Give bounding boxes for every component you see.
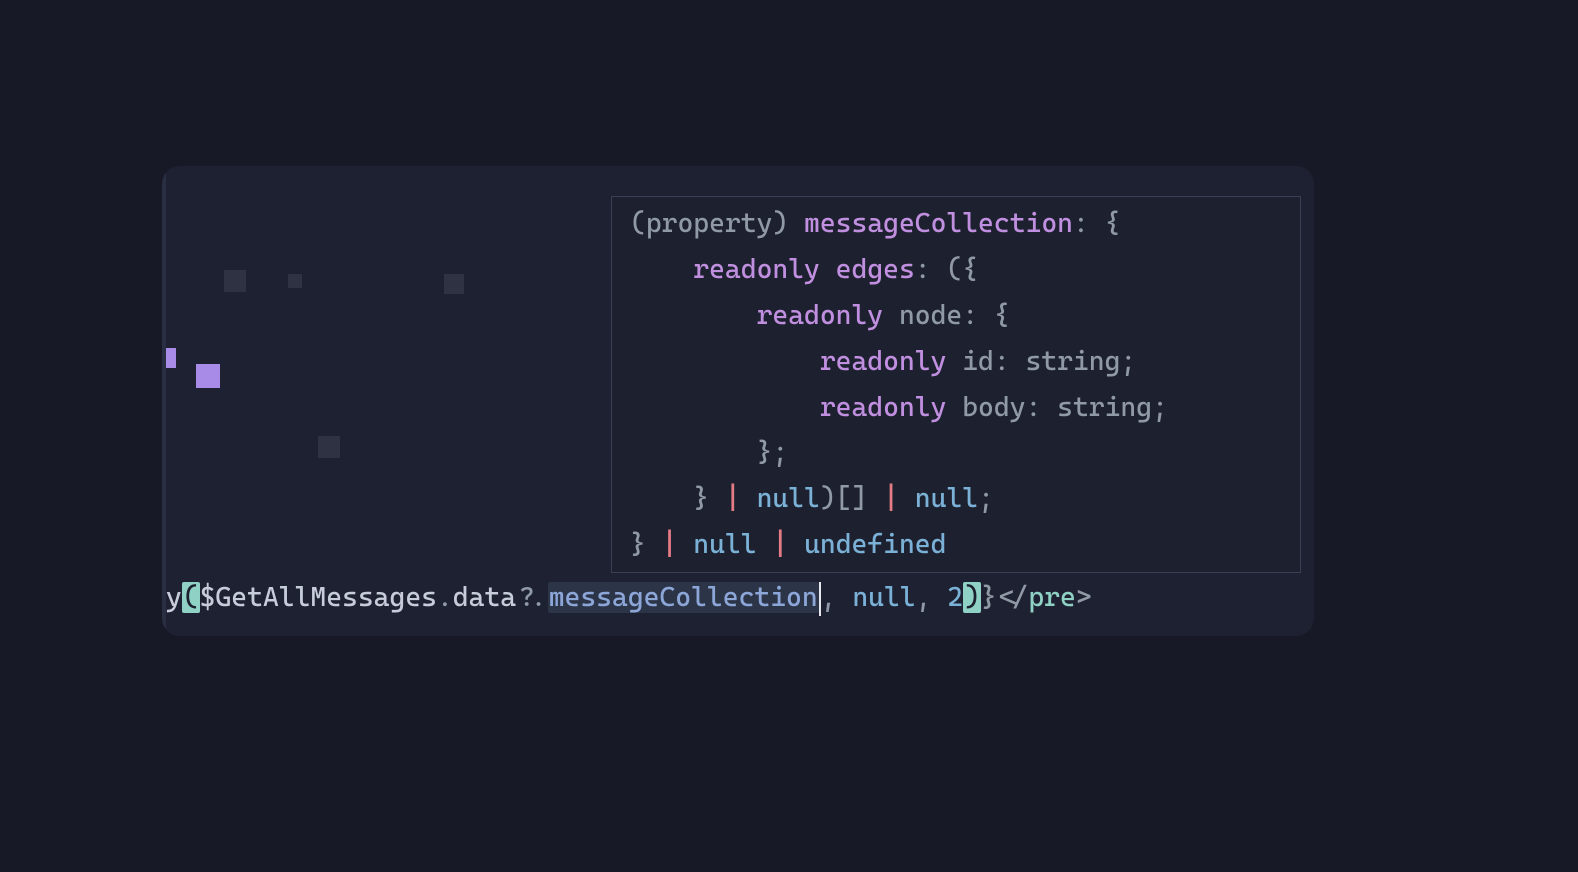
code-token: | — [662, 529, 678, 560]
code-token: </ — [997, 582, 1029, 613]
code-token — [899, 483, 915, 514]
code-token — [630, 346, 820, 377]
code-token — [630, 300, 757, 331]
minimap-block — [166, 348, 176, 368]
code-token: y — [166, 582, 182, 613]
code-token: } — [981, 582, 997, 613]
code-line[interactable]: y($GetAllMessages.data?.messageCollectio… — [166, 575, 1092, 621]
code-token: id: string; — [946, 346, 1136, 377]
code-token: null — [757, 483, 820, 514]
code-token: ; — [978, 483, 994, 514]
code-token: readonly — [820, 392, 947, 423]
code-token: ( — [182, 582, 200, 613]
code-token: 2 — [947, 582, 963, 613]
code-token: null — [915, 483, 978, 514]
code-token — [757, 529, 773, 560]
code-token: null — [693, 529, 756, 560]
code-token: ?. — [516, 582, 548, 613]
type-hover-tooltip: (property) messageCollection: { readonly… — [611, 196, 1301, 573]
code-token — [630, 392, 820, 423]
minimap-block — [224, 270, 246, 292]
code-token: (property) — [630, 208, 804, 239]
code-token: : ({ — [915, 254, 978, 285]
code-token: readonly — [757, 300, 884, 331]
code-token: pre — [1028, 582, 1075, 613]
code-token: undefined — [804, 529, 946, 560]
code-token: }; — [630, 437, 788, 468]
code-token: | — [883, 483, 899, 514]
code-token: : { — [1073, 208, 1120, 239]
code-token: data — [453, 582, 516, 613]
minimap-block — [196, 364, 220, 388]
code-token — [741, 483, 757, 514]
code-token: readonly — [820, 346, 947, 377]
code-token: ) — [963, 582, 981, 613]
code-token — [820, 254, 836, 285]
code-token: | — [772, 529, 788, 560]
code-token: , — [821, 582, 853, 613]
code-token: , — [916, 582, 948, 613]
code-token: messageCollection — [804, 208, 1073, 239]
code-token: . — [437, 582, 453, 613]
code-token: | — [725, 483, 741, 514]
code-token: node: { — [883, 300, 1010, 331]
code-token — [677, 529, 693, 560]
code-token: edges — [836, 254, 915, 285]
minimap-block — [288, 274, 302, 288]
minimap-block — [444, 274, 464, 294]
minimap[interactable] — [162, 166, 348, 636]
code-token: $GetAllMessages — [200, 582, 437, 613]
code-token — [788, 529, 804, 560]
code-token: body: string; — [946, 392, 1167, 423]
code-token: > — [1076, 582, 1092, 613]
code-token: messageCollection — [548, 582, 819, 613]
code-token: )[] — [820, 483, 883, 514]
code-token: } — [630, 529, 662, 560]
code-token: null — [852, 582, 915, 613]
code-token — [630, 254, 693, 285]
code-token: readonly — [693, 254, 820, 285]
minimap-block — [318, 436, 340, 458]
code-token: } — [630, 483, 725, 514]
